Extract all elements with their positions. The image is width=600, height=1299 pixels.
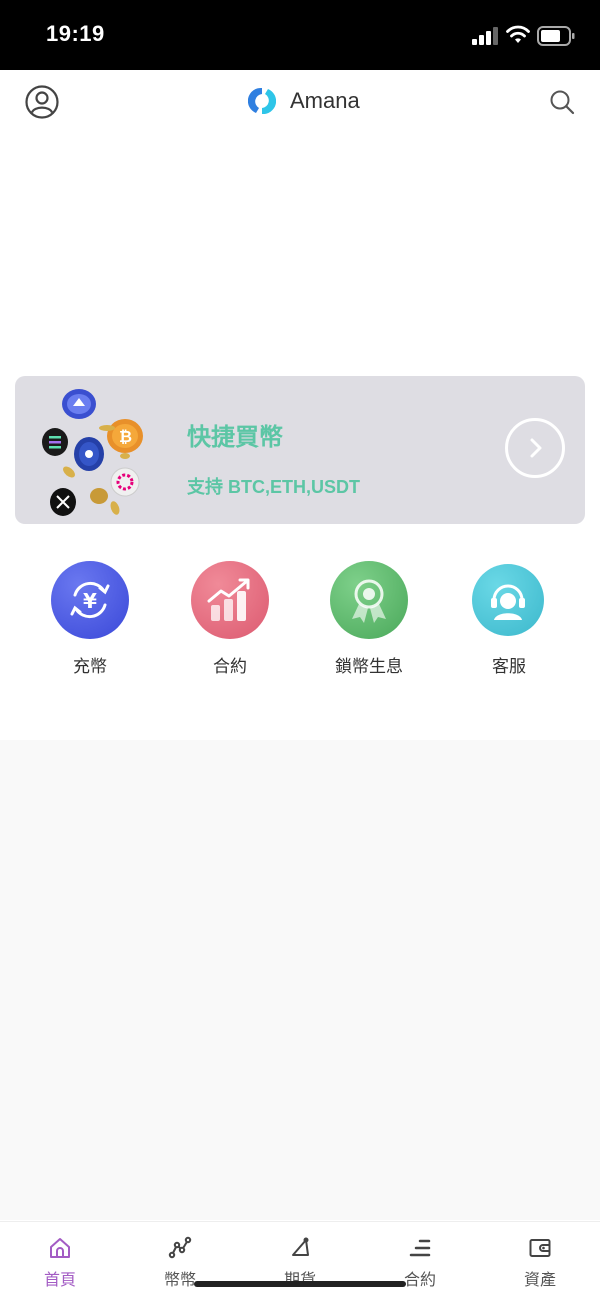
quick-buy-arrow-button[interactable] xyxy=(505,418,565,478)
banner-area xyxy=(0,132,600,362)
user-profile-icon[interactable] xyxy=(24,84,60,120)
headset-support-icon xyxy=(472,564,544,636)
shortcut-staking[interactable]: 鎖幣生息 xyxy=(309,558,429,683)
svg-text:¥: ¥ xyxy=(83,589,97,613)
growth-chart-icon xyxy=(191,561,269,639)
shortcut-grid: ¥ 充幣 合約 鎖幣生息 客服 xyxy=(0,558,600,688)
app-name: Amana xyxy=(290,88,360,113)
shortcut-label: 充幣 xyxy=(73,657,107,677)
shortcut-label: 合約 xyxy=(213,657,247,677)
content-area xyxy=(0,740,600,1220)
tab-label: 資產 xyxy=(523,1270,556,1289)
quick-buy-card[interactable]: ₿ 快捷買幣 支持 BTC,ETH,USDT xyxy=(15,376,585,524)
tab-assets[interactable]: 資產 xyxy=(500,1236,580,1292)
quick-buy-subtitle: 支持 BTC,ETH,USDT xyxy=(187,477,360,497)
top-nav: Amana xyxy=(0,70,600,132)
stacked-lines-icon xyxy=(409,1239,431,1257)
status-time: 19:19 xyxy=(46,21,105,46)
triangle-nodes-icon xyxy=(292,1237,309,1256)
shortcut-support[interactable]: 客服 xyxy=(449,558,569,683)
trend-nodes-icon xyxy=(168,1236,192,1259)
tab-home[interactable]: 首頁 xyxy=(20,1236,100,1292)
award-badge-icon xyxy=(330,561,408,639)
quick-buy-title: 快捷買幣 xyxy=(187,423,283,451)
status-bar: 19:19 xyxy=(0,0,600,70)
amana-logo-icon xyxy=(248,87,276,115)
wallet-icon xyxy=(529,1239,551,1257)
crypto-coins-illustration: ₿ xyxy=(42,389,143,516)
signal-icon xyxy=(472,27,498,45)
home-icon xyxy=(50,1238,70,1258)
bottom-tab-bar: 首頁 幣幣 期貨 合約 資產 xyxy=(0,1221,600,1299)
battery-icon xyxy=(537,26,575,46)
wifi-icon xyxy=(506,25,530,43)
shortcut-label: 鎖幣生息 xyxy=(335,657,403,677)
svg-text:₿: ₿ xyxy=(119,427,132,446)
home-indicator xyxy=(194,1281,406,1287)
shortcut-contract[interactable]: 合約 xyxy=(170,558,290,683)
chevron-right-icon xyxy=(530,438,542,458)
yen-exchange-icon: ¥ xyxy=(51,561,129,639)
shortcut-label: 客服 xyxy=(492,657,526,677)
shortcut-deposit[interactable]: ¥ 充幣 xyxy=(30,558,150,683)
brand: Amana xyxy=(248,85,360,117)
search-icon[interactable] xyxy=(548,88,576,116)
tab-label: 首頁 xyxy=(43,1270,76,1289)
